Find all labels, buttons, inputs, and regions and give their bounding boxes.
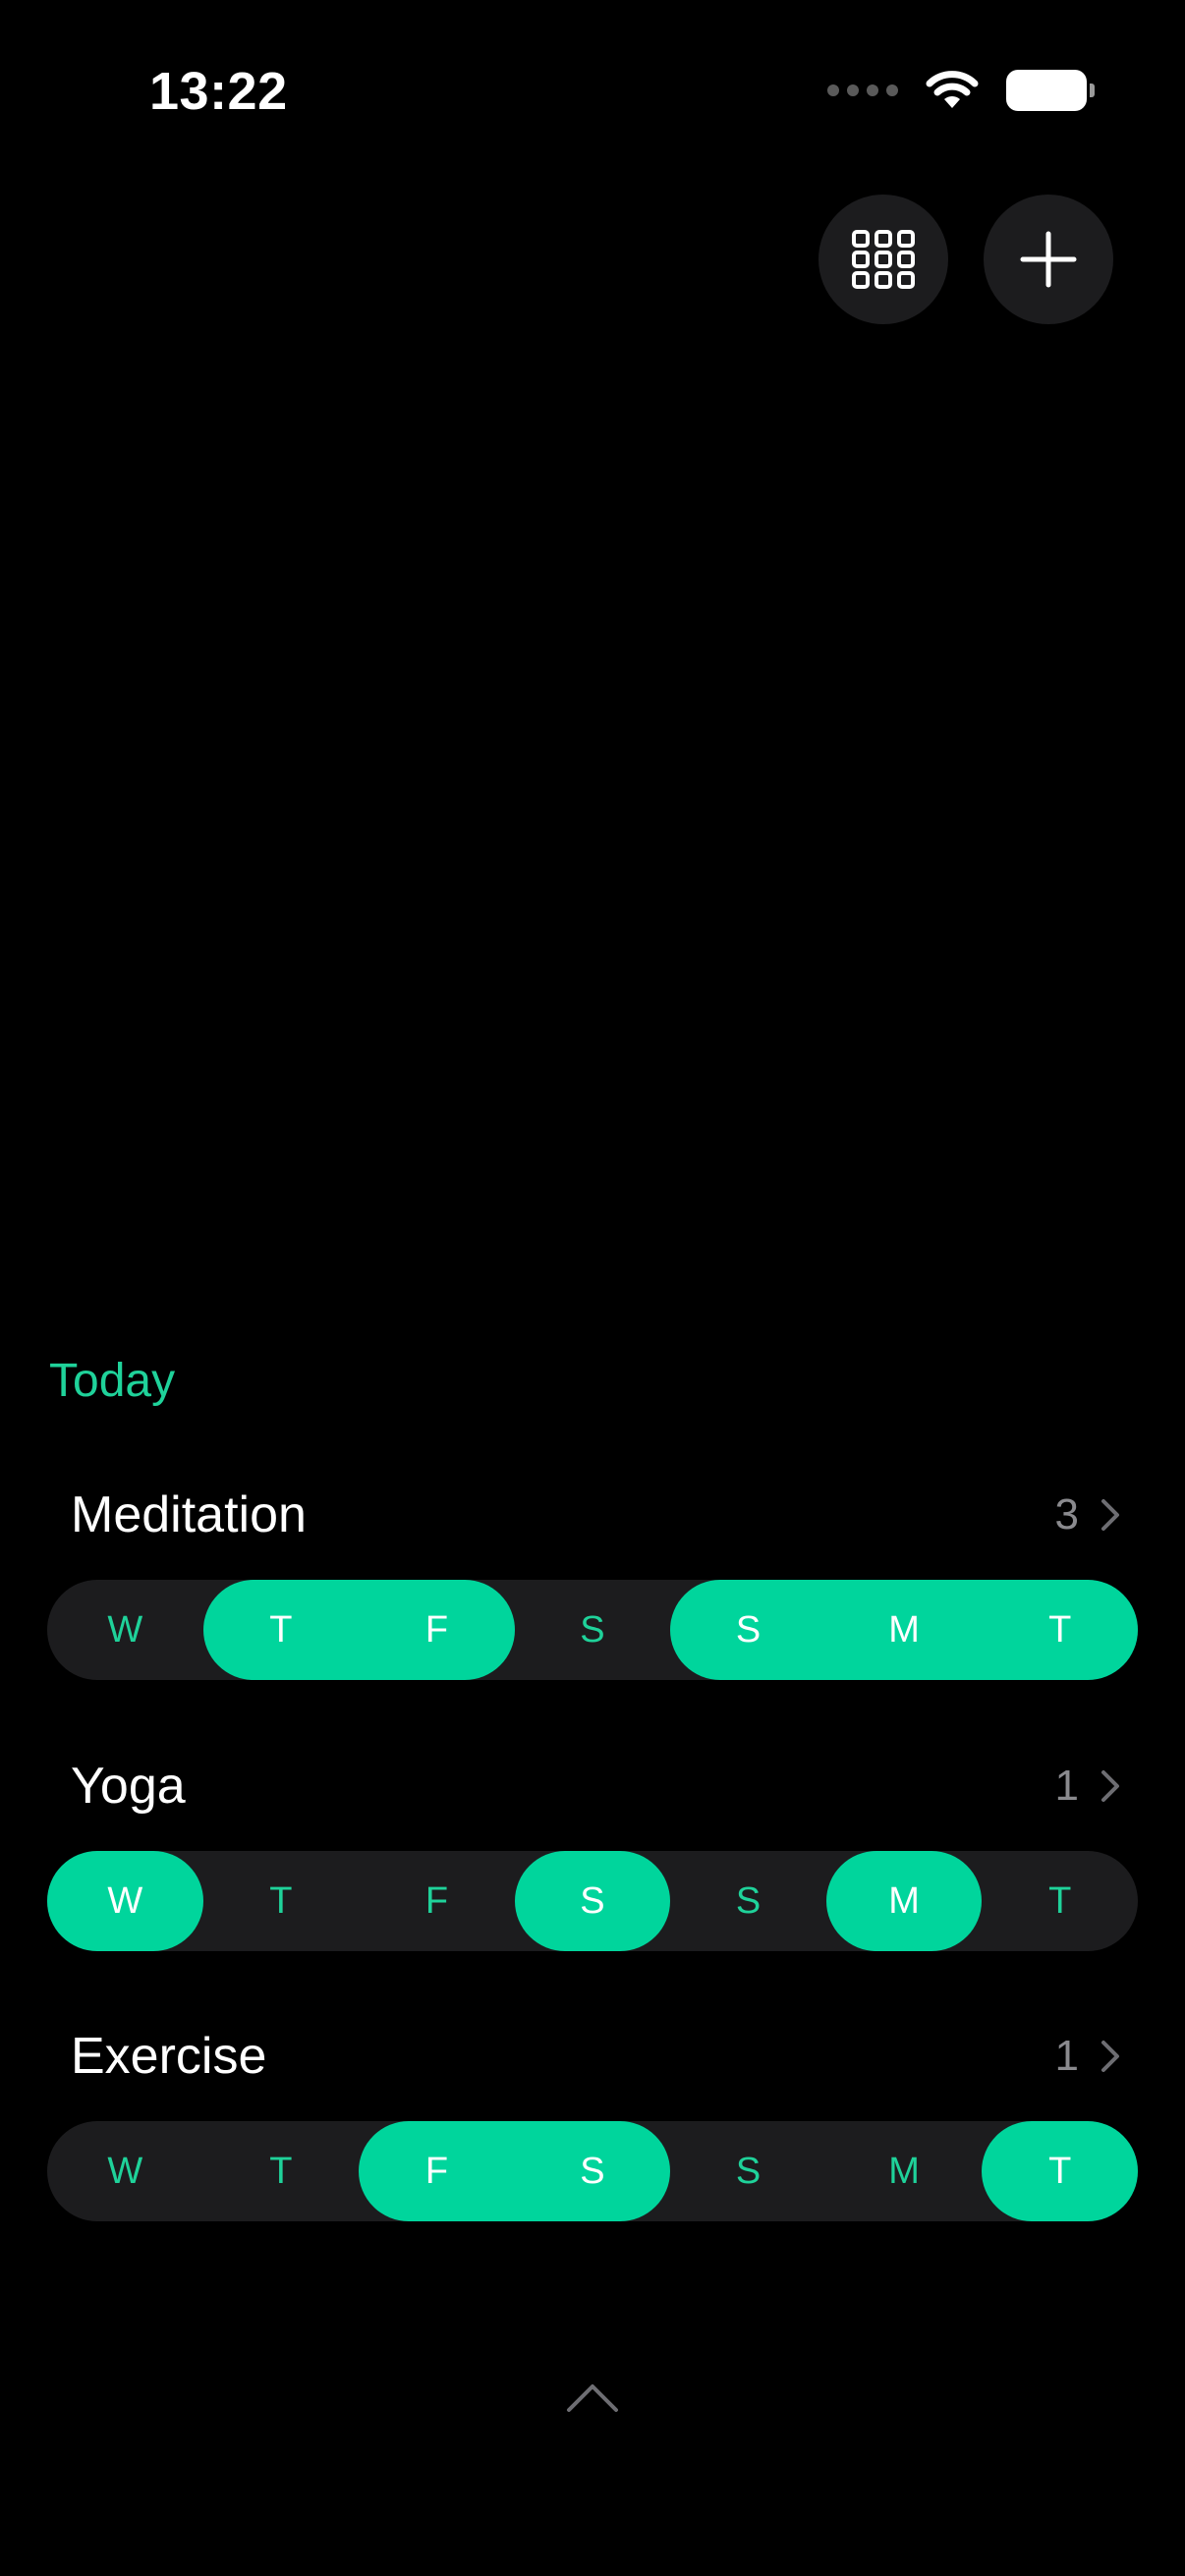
habit-count: 3: [1054, 1490, 1079, 1539]
day-toggle[interactable]: T: [982, 2121, 1138, 2221]
day-toggle[interactable]: M: [826, 1851, 983, 1951]
status-time: 13:22: [149, 62, 288, 121]
section-title-today: Today: [49, 1355, 176, 1407]
day-toggle[interactable]: T: [203, 1580, 360, 1680]
chevron-up-icon[interactable]: [566, 2381, 619, 2413]
status-icons: [827, 69, 1095, 112]
habit-row: Meditation 3 WTFSSMT: [47, 1468, 1138, 1680]
cellular-signal-icon: [827, 84, 898, 96]
habit-row: Exercise 1 WTFSSMT: [47, 2009, 1138, 2221]
day-toggle[interactable]: S: [670, 1851, 826, 1951]
habit-header[interactable]: Yoga 1: [47, 1739, 1138, 1833]
habit-count: 1: [1054, 2032, 1079, 2080]
habit-row: Yoga 1 WTFSSMT: [47, 1739, 1138, 1951]
habit-count-group: 1: [1055, 1762, 1120, 1811]
day-toggle[interactable]: F: [359, 1851, 515, 1951]
day-toggle[interactable]: S: [515, 1851, 671, 1951]
grid-icon: [852, 230, 915, 289]
battery-icon: [1006, 70, 1095, 111]
week-track: WTFSSMT: [47, 2121, 1138, 2221]
day-toggle[interactable]: T: [982, 1851, 1138, 1951]
habit-count-group: 1: [1055, 2032, 1120, 2081]
day-toggle[interactable]: S: [515, 1580, 671, 1680]
day-toggle[interactable]: W: [47, 1851, 203, 1951]
add-habit-button[interactable]: [984, 195, 1113, 324]
habit-name: Exercise: [71, 2028, 267, 2085]
week-track: WTFSSMT: [47, 1851, 1138, 1951]
habit-name: Yoga: [71, 1758, 186, 1815]
week-track: WTFSSMT: [47, 1580, 1138, 1680]
day-toggle[interactable]: S: [670, 2121, 826, 2221]
screen: 13:22 Today Meditation 3 W T F S S M T Y…: [0, 0, 1185, 2576]
day-toggle[interactable]: M: [826, 2121, 983, 2221]
chevron-right-icon: [1101, 1499, 1119, 1531]
day-toggle[interactable]: T: [203, 1851, 360, 1951]
day-toggle[interactable]: F: [359, 2121, 515, 2221]
day-toggle[interactable]: T: [203, 2121, 360, 2221]
chevron-right-icon: [1101, 1770, 1119, 1802]
chevron-right-icon: [1101, 2041, 1119, 2072]
grid-view-button[interactable]: [818, 195, 948, 324]
day-toggle[interactable]: T: [982, 1580, 1138, 1680]
day-toggle[interactable]: W: [47, 1580, 203, 1680]
plus-icon: [1020, 231, 1077, 288]
day-toggle[interactable]: W: [47, 2121, 203, 2221]
habit-count-group: 3: [1055, 1490, 1120, 1540]
day-toggle[interactable]: S: [670, 1580, 826, 1680]
day-toggle[interactable]: S: [515, 2121, 671, 2221]
habit-name: Meditation: [71, 1486, 307, 1543]
habit-header[interactable]: Exercise 1: [47, 2009, 1138, 2103]
habit-header[interactable]: Meditation 3: [47, 1468, 1138, 1562]
wifi-icon: [926, 71, 979, 108]
habit-count: 1: [1054, 1762, 1079, 1810]
day-toggle[interactable]: F: [359, 1580, 515, 1680]
day-toggle[interactable]: M: [826, 1580, 983, 1680]
